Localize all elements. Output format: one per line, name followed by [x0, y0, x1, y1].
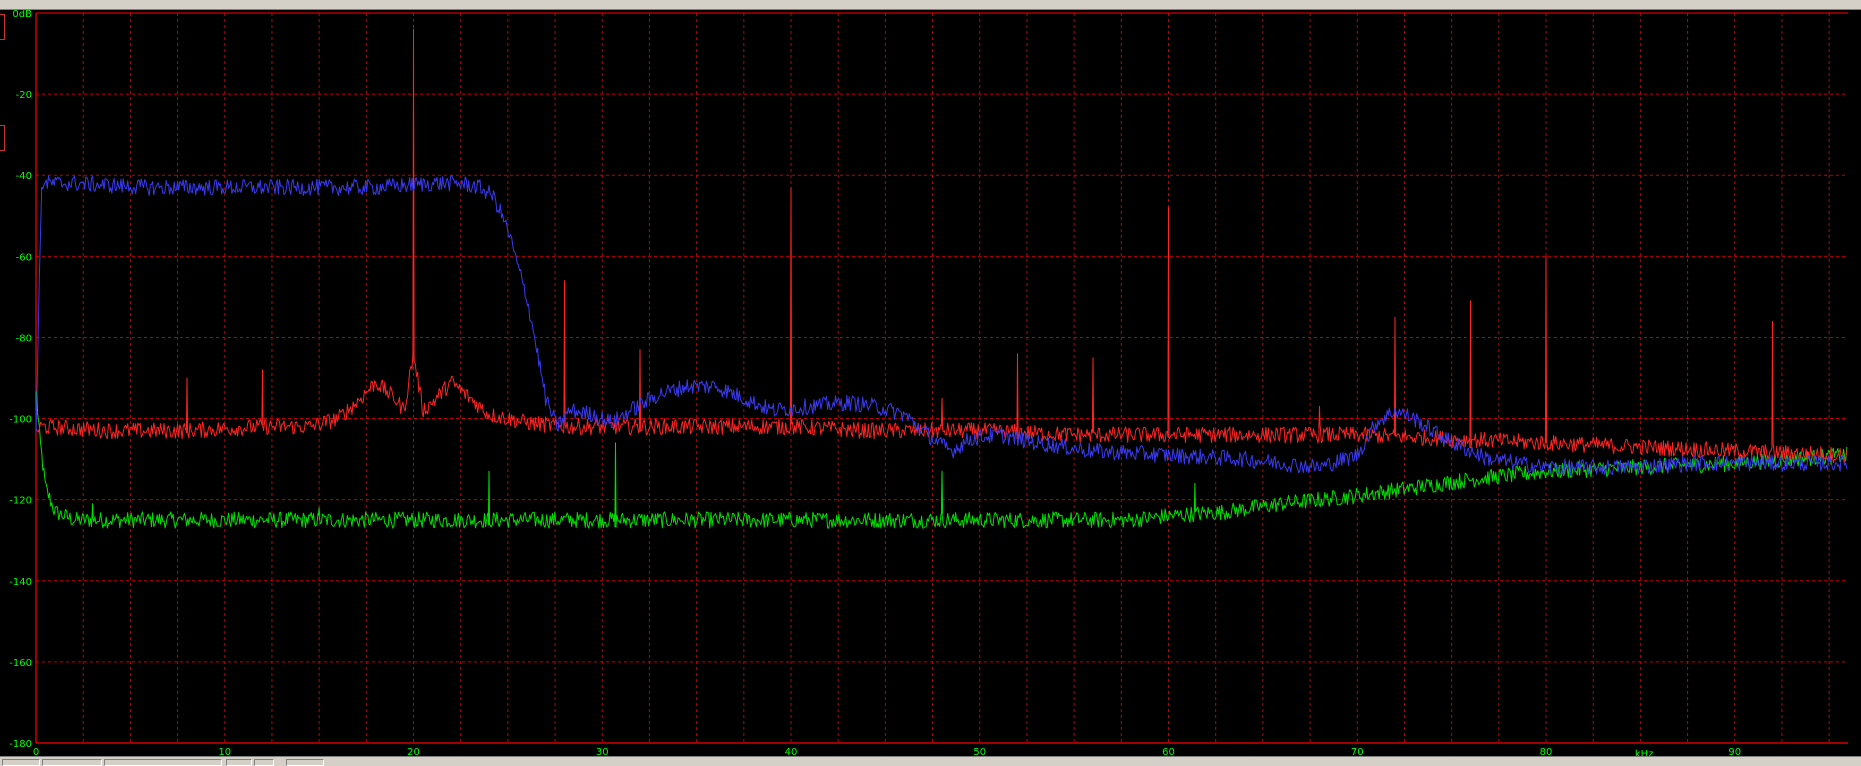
grid-lines [36, 12, 1848, 743]
y-tick-label: -140 [9, 577, 32, 588]
y-tick-label: 0dB [12, 10, 32, 20]
axes [35, 12, 1848, 744]
y-tick-label: -180 [9, 739, 32, 750]
marker-handle-bottom[interactable] [0, 125, 5, 151]
x-tick-label: 0 [33, 747, 39, 756]
x-tick-label: 40 [785, 747, 798, 756]
y-tick-label: -100 [9, 415, 32, 426]
tick-labels: 0dB -20 -40 -60 -80 -100 -120 -140 -160 -1800 10 20… [9, 10, 1741, 756]
y-tick-label: -80 [16, 333, 32, 344]
x-tick-label: 10 [218, 747, 231, 756]
x-tick-label: 90 [1728, 747, 1741, 756]
window-top-edge [0, 0, 1861, 10]
x-tick-label: 80 [1540, 747, 1553, 756]
y-tick-label: -40 [16, 171, 32, 182]
x-tick-label: 30 [596, 747, 609, 756]
spectrum-plot: 0dB -20 -40 -60 -80 -100 -120 -140 -160 -1800 10 20… [9, 10, 1848, 756]
x-unit-label: kHz [1635, 749, 1654, 756]
series-line-0 [35, 174, 1848, 476]
y-tick-label: -20 [16, 90, 32, 101]
y-tick-label: -120 [9, 496, 32, 507]
x-tick-label: 60 [1162, 747, 1175, 756]
x-tick-label: 70 [1351, 747, 1364, 756]
x-tick-label: 50 [973, 747, 986, 756]
x-tick-label: 20 [407, 747, 420, 756]
marker-handle-top[interactable] [0, 14, 5, 40]
series-group [35, 28, 1848, 529]
y-tick-label: -60 [16, 252, 32, 263]
spectrum-analyzer-window: 0dB -20 -40 -60 -80 -100 -120 -140 -160 -180 0 10 20… [0, 0, 1861, 766]
y-tick-label: -160 [9, 658, 32, 669]
